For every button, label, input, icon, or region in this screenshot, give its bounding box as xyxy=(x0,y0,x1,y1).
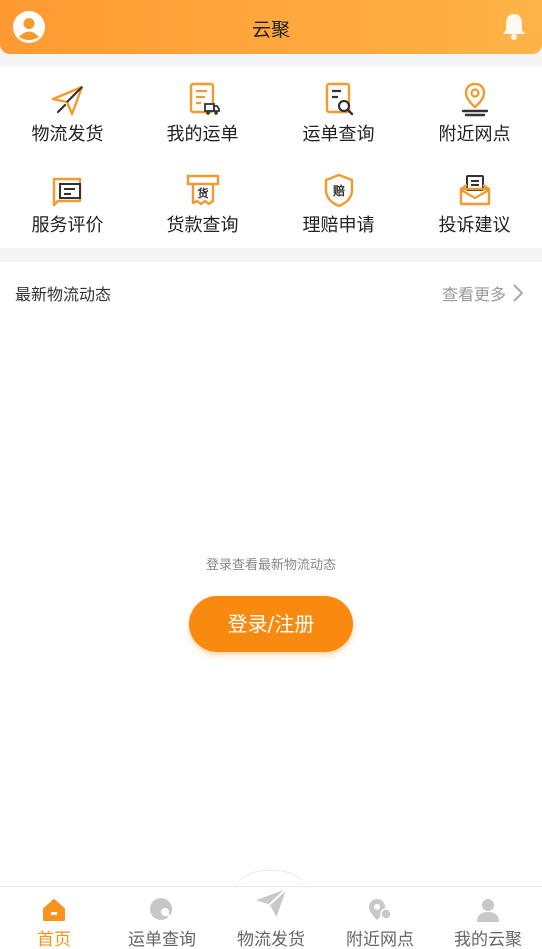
nearby-location-icon xyxy=(369,899,392,920)
service-label: 物流发货 xyxy=(31,124,104,145)
svg-text:赔: 赔 xyxy=(331,183,344,198)
complaint-inbox-icon xyxy=(459,175,490,206)
tab-label: 物流发货 xyxy=(237,930,305,949)
claim-shield-icon: 赔 xyxy=(324,173,353,208)
user-icon xyxy=(477,899,499,922)
service-item-my-waybill[interactable]: 我的运单 xyxy=(135,66,270,146)
chevron-right-icon[interactable] xyxy=(511,282,525,304)
paper-plane-icon xyxy=(255,888,287,917)
section-title: 最新物流动态 xyxy=(15,285,112,304)
service-label: 我的运单 xyxy=(166,124,239,145)
payment-goods-icon: 货 xyxy=(186,174,219,206)
service-item-waybill-query[interactable]: 运单查询 xyxy=(271,66,406,146)
review-message-icon xyxy=(52,177,81,207)
document-search-icon xyxy=(325,82,353,116)
login-register-button[interactable]: 登录/注册 xyxy=(189,596,353,652)
location-pin-icon xyxy=(461,82,488,117)
service-item-payment[interactable]: 货 货款查询 xyxy=(135,157,270,237)
app-header: 云聚 xyxy=(0,0,542,54)
service-item-review[interactable]: 服务评价 xyxy=(0,157,135,237)
tab-label: 运单查询 xyxy=(128,930,196,949)
bell-icon[interactable] xyxy=(500,11,528,41)
service-item-claim[interactable]: 赔 理赔申请 xyxy=(271,157,406,237)
paper-plane-icon xyxy=(51,85,83,116)
tab-nearby[interactable]: 附近网点 xyxy=(326,887,434,949)
tab-label: 首页 xyxy=(37,930,71,949)
view-more-link[interactable]: 查看更多 xyxy=(442,281,506,305)
service-label: 服务评价 xyxy=(31,215,104,236)
service-label: 货款查询 xyxy=(166,215,239,236)
svg-text:货: 货 xyxy=(196,186,208,200)
bottom-tab-bar: 首页 运单查询 物流发货 附近网点 我的云聚 xyxy=(0,886,542,949)
service-item-nearby[interactable]: 附近网点 xyxy=(407,66,542,146)
empty-state-text: 登录查看最新物流动态 xyxy=(205,558,336,573)
waybill-truck-icon xyxy=(189,82,220,115)
service-label: 运单查询 xyxy=(302,124,375,145)
tab-home[interactable]: 首页 xyxy=(0,887,108,949)
page-title: 云聚 xyxy=(251,19,290,41)
tab-my-profile[interactable]: 我的云聚 xyxy=(434,887,542,949)
waybill-query-icon xyxy=(150,898,173,920)
tab-label: 附近网点 xyxy=(346,930,414,949)
tab-waybill-query[interactable]: 运单查询 xyxy=(108,887,216,949)
service-item-complaint[interactable]: 投诉建议 xyxy=(407,157,542,237)
home-icon xyxy=(43,899,65,921)
service-item-ship[interactable]: 物流发货 xyxy=(0,66,135,146)
news-section: 最新物流动态 查看更多 登录查看最新物流动态 登录/注册 xyxy=(0,262,542,886)
tab-label: 我的云聚 xyxy=(454,930,522,949)
service-grid: 物流发货 我的运单 运单查询 附近网点 服务评价 货 货款查询 赔 理赔申请 投… xyxy=(0,66,542,248)
service-label: 投诉建议 xyxy=(438,215,511,236)
service-label: 附近网点 xyxy=(438,124,511,145)
tab-ship[interactable]: 物流发货 xyxy=(217,887,325,949)
service-label: 理赔申请 xyxy=(302,215,375,236)
